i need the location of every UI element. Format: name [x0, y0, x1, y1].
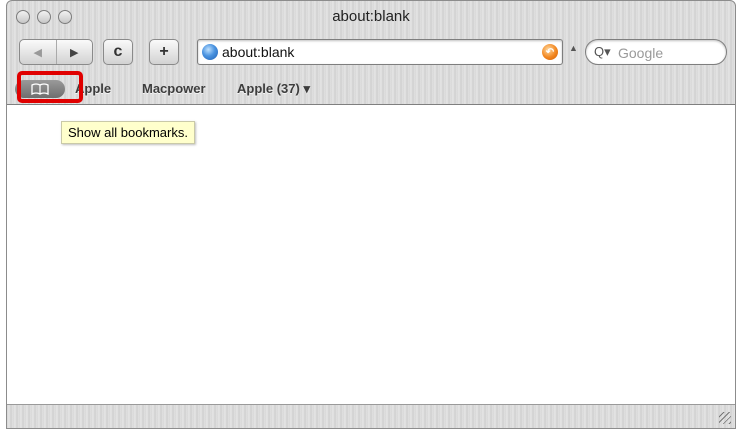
bookmarks-bar: Apple Macpower Apple (37) ▾: [7, 73, 735, 105]
plus-icon: +: [159, 43, 169, 60]
reload-icon: c: [113, 43, 123, 60]
snapback-icon[interactable]: ↶: [542, 44, 558, 60]
highlight-box: [17, 71, 83, 103]
back-arrow-icon: ◀: [33, 46, 42, 59]
back-button[interactable]: ◀: [20, 40, 56, 64]
window-title: about:blank: [332, 8, 410, 25]
search-input[interactable]: [616, 43, 724, 63]
history-dropdown-caret-icon[interactable]: ▲: [569, 43, 578, 53]
status-bar: [7, 404, 735, 428]
url-text[interactable]: about:blank: [222, 44, 294, 60]
resize-grip-icon[interactable]: [719, 412, 731, 424]
tooltip: Show all bookmarks.: [61, 121, 195, 144]
forward-arrow-icon: ▶: [70, 46, 79, 59]
title-bar[interactable]: about:blank: [7, 1, 735, 31]
search-icon[interactable]: Q▾: [594, 44, 611, 60]
forward-button[interactable]: ▶: [55, 40, 93, 64]
add-bookmark-button[interactable]: +: [149, 39, 179, 65]
reload-button[interactable]: c: [103, 39, 133, 65]
toolbar: ◀ ▶ c + about:blank ↶ ▲ Q▾: [7, 31, 735, 73]
browser-window: about:blank ◀ ▶ c + about:blank ↶ ▲ Q▾ G…: [6, 0, 736, 429]
back-forward-buttons: ◀ ▶: [19, 39, 93, 65]
address-bar[interactable]: about:blank ↶: [197, 39, 563, 65]
search-field[interactable]: Q▾: [585, 39, 727, 65]
bookmark-macpower[interactable]: Macpower: [142, 81, 206, 96]
web-content-area[interactable]: Show all bookmarks.: [7, 105, 735, 404]
globe-icon: [202, 44, 218, 60]
bookmark-folder-apple[interactable]: Apple (37) ▾: [237, 81, 310, 97]
